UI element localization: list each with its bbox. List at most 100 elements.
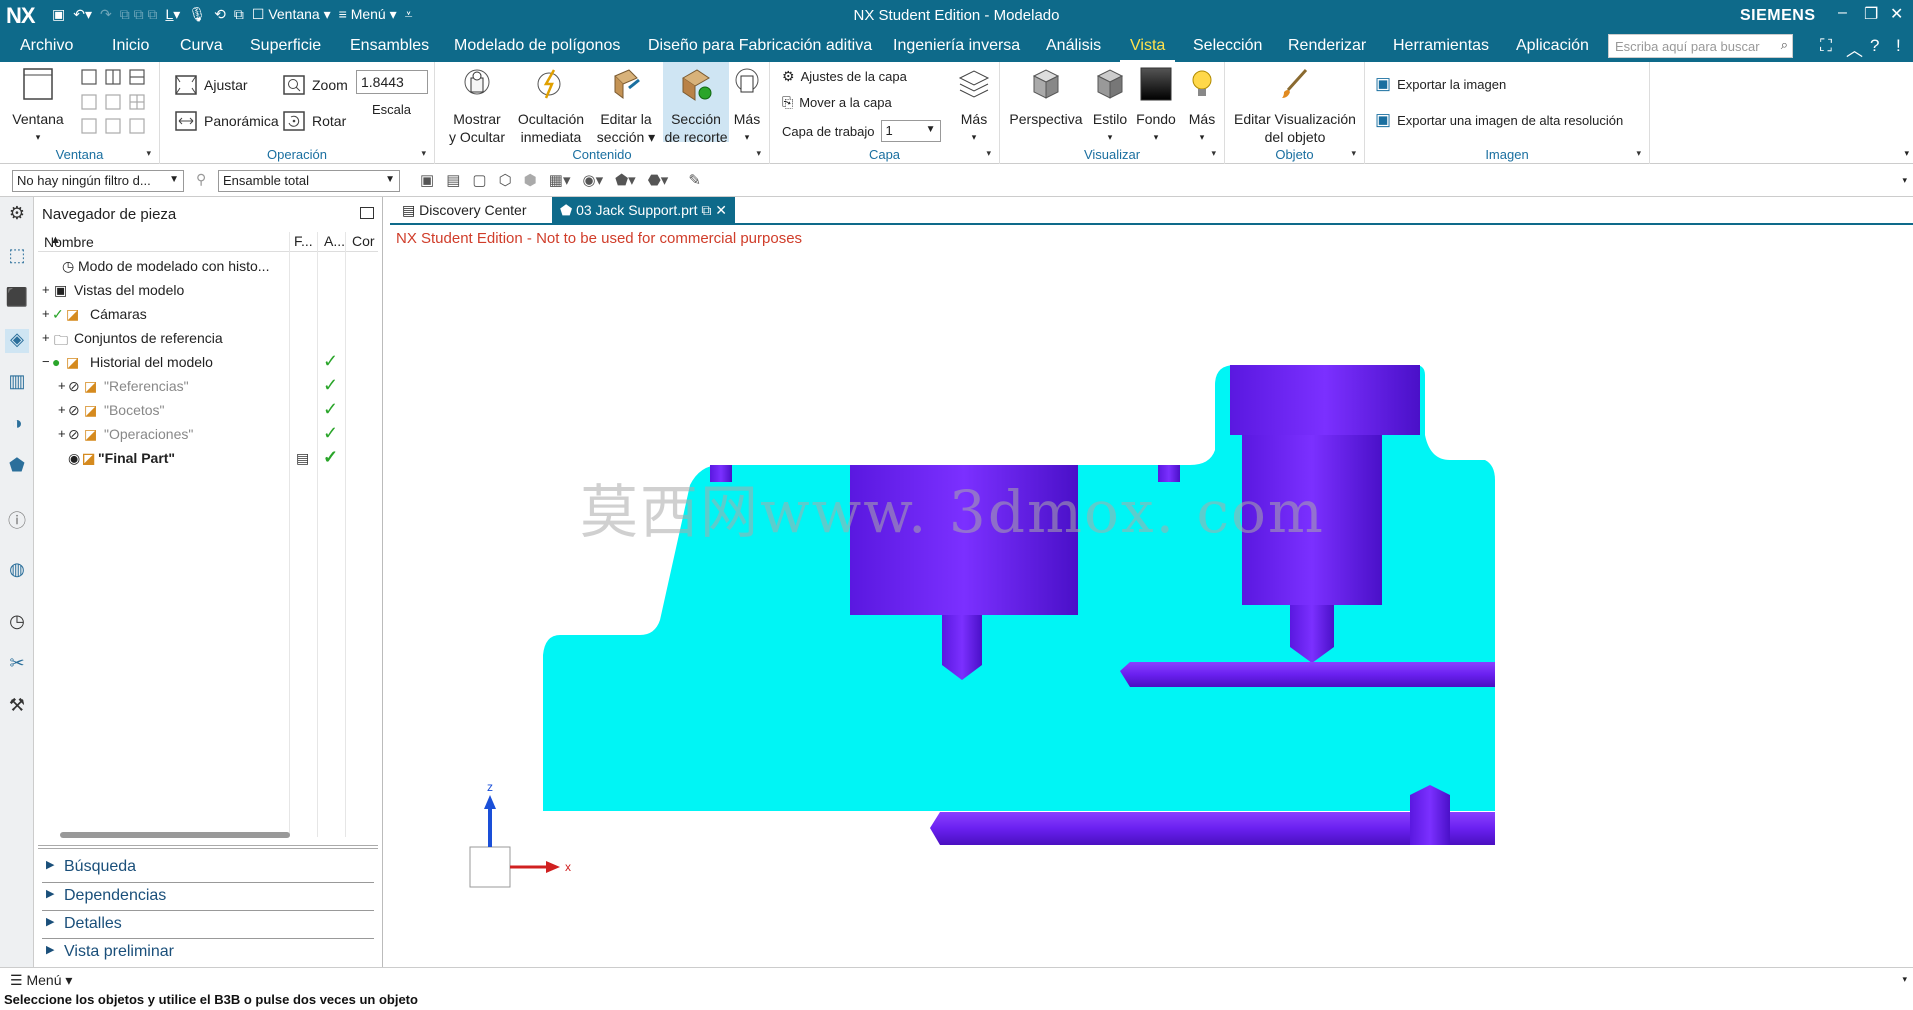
ribbon-options-icon[interactable]: ▾ xyxy=(1904,148,1909,159)
measure-icon[interactable]: ✎ xyxy=(688,171,701,189)
history-icon[interactable]: ◷ xyxy=(5,611,29,635)
group-expand-icon[interactable]: ▾ xyxy=(1351,148,1356,159)
tab-ingenieria-inversa[interactable]: Ingeniería inversa xyxy=(893,37,1020,55)
info-icon[interactable]: ⓘ xyxy=(5,507,29,531)
horizontal-scrollbar[interactable] xyxy=(60,832,290,838)
tab-vista[interactable]: Vista xyxy=(1119,37,1176,64)
tree-row-modo[interactable]: ◷ Modo de modelado con histo... xyxy=(38,255,378,279)
section-vista-preliminar[interactable]: ▶ Vista preliminar xyxy=(42,938,374,964)
scope-select[interactable]: Ensamble total ▼ xyxy=(218,170,400,192)
group-expand-icon[interactable]: ▾ xyxy=(756,148,761,159)
editar-visualizacion-button[interactable]: Editar Visualización del objeto xyxy=(1229,66,1361,146)
ocultacion-inmediata-button[interactable]: Ocultación inmediata xyxy=(513,66,589,146)
ajustes-capa-button[interactable]: ⚙ Ajustes de la capa xyxy=(782,68,907,85)
tree-row-camaras[interactable]: + ✓ ◪ Cámaras xyxy=(38,303,378,327)
fullscreen-icon[interactable]: ⛶ xyxy=(1820,36,1832,56)
seccion-recorte-button[interactable]: Sección de recorte xyxy=(663,62,729,145)
eye-hidden-icon[interactable]: ⊘ xyxy=(68,378,80,395)
group-expand-icon[interactable]: ▾ xyxy=(1211,148,1216,159)
ajustar-button[interactable]: Ajustar xyxy=(174,74,248,96)
tab-curva[interactable]: Curva xyxy=(180,37,223,55)
tab-analisis[interactable]: Análisis xyxy=(1046,37,1101,55)
layout-grid-icon[interactable] xyxy=(80,68,152,138)
column-f[interactable]: F... xyxy=(294,233,313,249)
eye-hidden-icon[interactable]: ⊘ xyxy=(68,402,80,419)
web-browser-icon[interactable]: ⬟ xyxy=(5,455,29,479)
splitter[interactable] xyxy=(38,845,378,849)
assembly-navigator-icon[interactable]: ⬚ xyxy=(5,245,29,269)
mostrar-ocultar-button[interactable]: Mostrar y Ocultar xyxy=(447,66,507,146)
tab-inicio[interactable]: Inicio xyxy=(112,37,149,55)
group-expand-icon[interactable]: ▾ xyxy=(146,148,151,159)
expand-icon[interactable]: + xyxy=(58,378,66,393)
visualizar-mas-button[interactable]: Más ▾ xyxy=(1180,66,1224,146)
section-busqueda[interactable]: ▶ Búsqueda xyxy=(42,854,374,880)
tab-ensambles[interactable]: Ensambles xyxy=(350,37,429,55)
editar-seccion-button[interactable]: Editar la sección ▾ xyxy=(593,66,659,146)
tab-modelado-poligonos[interactable]: Modelado de polígonos xyxy=(454,37,620,55)
expand-icon[interactable]: + xyxy=(58,426,66,441)
tab-aplicacion[interactable]: Aplicación xyxy=(1516,37,1589,55)
zoom-scale-input[interactable]: 1.8443 xyxy=(356,70,428,94)
face-rule-icon[interactable]: ◉▾ xyxy=(582,171,603,189)
rule-select-icon[interactable]: ▦▾ xyxy=(549,171,571,189)
settings-icon[interactable]: ⚙ xyxy=(5,203,29,227)
tree-row-operaciones[interactable]: + ⊘ ◪ "Operaciones" ✓ xyxy=(38,423,378,447)
tab-discovery-center[interactable]: ▤ Discovery Center xyxy=(394,197,535,224)
tab-fabricacion-aditiva[interactable]: Diseño para Fabricación aditiva xyxy=(648,37,872,55)
status-options-icon[interactable]: ▾ xyxy=(1902,974,1907,985)
solid-icon[interactable]: ⬟▾ xyxy=(615,171,636,189)
hd3d-tools-icon[interactable]: ◑ xyxy=(5,413,29,437)
group-expand-icon[interactable]: ▾ xyxy=(421,148,426,159)
alert-icon[interactable]: ! xyxy=(1896,36,1901,56)
search-input[interactable]: Escriba aquí para buscar ⌕ xyxy=(1608,34,1793,58)
tab-herramientas[interactable]: Herramientas xyxy=(1393,37,1489,55)
face-select-icon[interactable]: ▢ xyxy=(472,171,486,189)
roles-icon[interactable]: ⚒ xyxy=(5,695,29,719)
maximize-icon[interactable] xyxy=(360,207,374,219)
feature-select-icon[interactable]: ▤ xyxy=(446,171,460,189)
status-menu-button[interactable]: ☰ Menú ▾ xyxy=(10,972,72,989)
group-expand-icon[interactable]: ▾ xyxy=(1636,148,1641,159)
search-icon[interactable]: ⌕ xyxy=(1781,37,1788,53)
body-select-icon[interactable]: ⬡ xyxy=(499,171,512,189)
tab-renderizar[interactable]: Renderizar xyxy=(1288,37,1366,55)
select-all-icon[interactable]: ▣ xyxy=(420,171,434,189)
mover-capa-button[interactable]: ⎘ Mover a la capa xyxy=(782,94,892,111)
selbar-options-icon[interactable]: ▾ xyxy=(1902,175,1907,186)
tree-row-final-part[interactable]: ◉ ◪ "Final Part" ▤ ✓ xyxy=(38,447,378,471)
tab-jack-support[interactable]: ⬟ 03 Jack Support.prt ⧉ ✕ xyxy=(552,197,735,224)
ventana-button[interactable]: Ventana ▾ xyxy=(10,66,66,146)
process-studio-icon[interactable]: ✂ xyxy=(5,653,29,677)
minimize-icon[interactable]: – xyxy=(1838,4,1847,22)
fondo-button[interactable]: Fondo ▾ xyxy=(1132,66,1180,146)
collapse-icon[interactable]: − xyxy=(42,354,50,369)
constraint-navigator-icon[interactable]: ⬛ xyxy=(5,287,29,311)
undock-icon[interactable]: ⧉ xyxy=(701,202,711,218)
column-cor[interactable]: Cor xyxy=(352,233,375,249)
expand-icon[interactable]: + xyxy=(58,402,66,417)
rotar-button[interactable]: Rotar xyxy=(282,110,346,132)
tab-close-icon[interactable]: ✕ xyxy=(715,202,727,218)
type-filter-select[interactable]: No hay ningún filtro d... ▼ xyxy=(12,170,184,192)
restore-icon[interactable]: ❐ xyxy=(1864,4,1878,24)
component-select-icon[interactable]: ⬢ xyxy=(524,171,537,189)
perspectiva-button[interactable]: Perspectiva xyxy=(1008,66,1084,128)
estilo-button[interactable]: Estilo ▾ xyxy=(1088,66,1132,146)
check-icon[interactable]: ✓ xyxy=(52,306,64,323)
tab-archivo[interactable]: Archivo xyxy=(20,37,73,55)
contenido-mas-button[interactable]: Más ▾ xyxy=(725,66,769,146)
exportar-imagen-button[interactable]: ▣ Exportar la imagen xyxy=(1375,74,1506,94)
reuse-library-icon[interactable]: ▥ xyxy=(5,371,29,395)
tree-row-referencias[interactable]: + ⊘ ◪ "Referencias" ✓ xyxy=(38,375,378,399)
section-dependencias[interactable]: ▶ Dependencias xyxy=(42,882,374,908)
close-icon[interactable]: ✕ xyxy=(1890,4,1903,24)
part-navigator-icon[interactable]: ◈ xyxy=(5,329,29,353)
panoramica-button[interactable]: Panorámica xyxy=(174,110,279,132)
exportar-alta-button[interactable]: ▣ Exportar una imagen de alta resolución xyxy=(1375,110,1623,130)
expand-icon[interactable]: + xyxy=(42,330,50,345)
collapse-ribbon-icon[interactable]: ︿ xyxy=(1846,36,1863,61)
expand-icon[interactable]: + xyxy=(42,306,50,321)
capa-trabajo-select[interactable]: 1 ▼ xyxy=(880,120,941,142)
column-a[interactable]: A... xyxy=(324,233,345,249)
